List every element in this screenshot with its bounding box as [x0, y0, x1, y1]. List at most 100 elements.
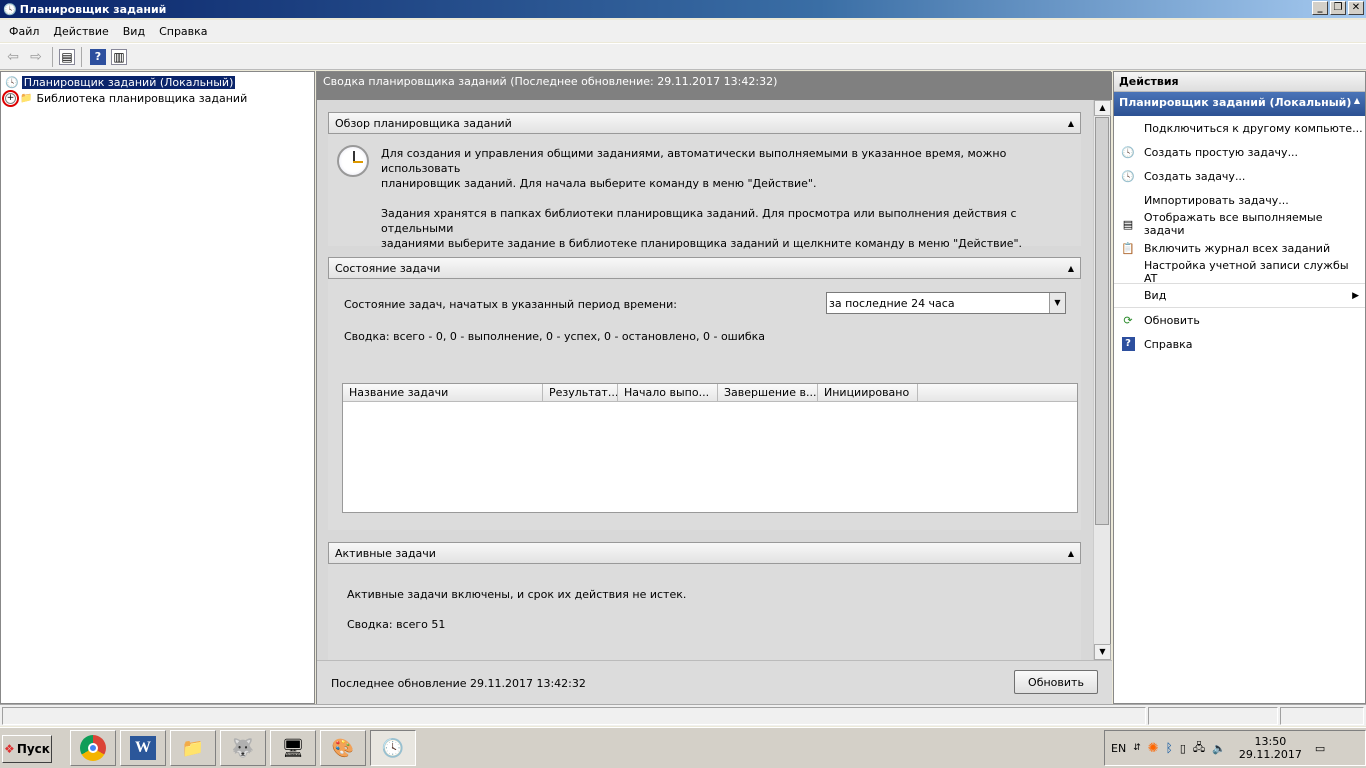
close-button[interactable]: ✕: [1348, 1, 1364, 15]
collapse-icon[interactable]: ▲: [1068, 264, 1074, 273]
control-panel-task[interactable]: 🖥: [270, 730, 316, 766]
blank-icon: [1120, 192, 1136, 208]
action-show-running[interactable]: ▤ Отображать все выполняемые задачи: [1114, 211, 1365, 237]
collapse-icon[interactable]: ▲: [1068, 549, 1074, 558]
action-view[interactable]: Вид ▶: [1114, 284, 1365, 308]
summary-footer: Последнее обновление 29.11.2017 13:42:32…: [317, 660, 1112, 704]
action-at-account[interactable]: Настройка учетной записи службы AT: [1114, 258, 1365, 285]
action-enable-history[interactable]: 📋 Включить журнал всех заданий: [1114, 236, 1365, 260]
column-result[interactable]: Результат...: [543, 384, 618, 401]
menu-bar: Файл Действие Вид Справка: [0, 20, 1366, 42]
clock[interactable]: 13:50 29.11.2017: [1239, 735, 1302, 761]
chrome-task[interactable]: [70, 730, 116, 766]
menu-file[interactable]: Файл: [2, 25, 46, 38]
bluetooth-icon[interactable]: ᛒ: [1166, 741, 1173, 755]
folder-icon: 📁: [181, 737, 205, 759]
menu-action[interactable]: Действие: [46, 25, 115, 38]
navigation-tree: 🕓 Планировщик заданий (Локальный) + 📁 Би…: [0, 71, 315, 704]
toolbar-separator: [81, 46, 82, 67]
tree-item-root[interactable]: 🕓 Планировщик заданий (Локальный): [1, 74, 314, 90]
show-hide-tree-icon[interactable]: ▤: [59, 48, 75, 65]
folder-clock-icon: 📁: [20, 92, 33, 104]
actions-group-header[interactable]: Планировщик заданий (Локальный) ▲: [1114, 92, 1365, 116]
usb-device-icon[interactable]: ▯: [1180, 742, 1186, 755]
start-button[interactable]: ❖ Пуск: [2, 735, 52, 763]
show-hide-action-pane-icon[interactable]: ▥: [111, 48, 127, 65]
gimp-task[interactable]: 🐺: [220, 730, 266, 766]
show-desktop-icon[interactable]: ▭: [1315, 742, 1325, 755]
help-icon: ?: [1120, 336, 1136, 352]
overview-paragraph-2a: Задания хранятся в папках библиотеки пла…: [381, 207, 1017, 235]
explorer-task[interactable]: 📁: [170, 730, 216, 766]
clock-icon: 🕓: [381, 737, 405, 759]
avast-icon[interactable]: ✺: [1148, 741, 1159, 756]
expand-icon[interactable]: +: [2, 89, 19, 107]
refresh-button[interactable]: Обновить: [1014, 670, 1098, 694]
overview-section: Обзор планировщика заданий ▲ Для создани…: [328, 112, 1081, 250]
column-task-name[interactable]: Название задачи: [343, 384, 543, 401]
period-select[interactable]: за последние 24 часа ▼: [826, 292, 1066, 314]
tree-item-library[interactable]: + 📁 Библиотека планировщика заданий: [1, 89, 314, 107]
column-start[interactable]: Начало выпо...: [618, 384, 718, 401]
actions-pane: Действия Планировщик заданий (Локальный)…: [1113, 71, 1366, 704]
column-end[interactable]: Завершение в...: [718, 384, 818, 401]
taskbar: ❖ Пуск W 📁 🐺 🖥 🎨 🕓 EN ⇵ ✺ ᛒ ▯ 🖧 🔈 13:50 …: [0, 727, 1366, 768]
blank-icon: [1120, 120, 1136, 136]
action-create-basic-task[interactable]: 🕓 Создать простую задачу...: [1114, 140, 1365, 164]
help-icon[interactable]: ?: [88, 47, 108, 67]
task-status-section-header[interactable]: Состояние задачи ▲: [328, 257, 1081, 279]
action-connect[interactable]: Подключиться к другому компьюте...: [1114, 116, 1365, 140]
summary-pane: Сводка планировщика заданий (Последнее о…: [316, 71, 1112, 704]
windows-logo-icon: ❖: [4, 742, 15, 756]
scroll-down-icon[interactable]: ▼: [1094, 644, 1111, 660]
menu-view[interactable]: Вид: [116, 25, 152, 38]
overview-section-header[interactable]: Обзор планировщика заданий ▲: [328, 112, 1081, 134]
minimize-button[interactable]: _: [1312, 1, 1328, 15]
chevron-down-icon[interactable]: ▼: [1049, 293, 1065, 313]
speaker-icon[interactable]: 🔈: [1212, 742, 1226, 755]
task-status-table: Название задачи Результат... Начало выпо…: [342, 383, 1078, 513]
menu-help[interactable]: Справка: [152, 25, 214, 38]
paint-task[interactable]: 🎨: [320, 730, 366, 766]
blank-icon: [1120, 264, 1136, 280]
overview-title: Обзор планировщика заданий: [335, 116, 512, 130]
action-create-task[interactable]: 🕓 Создать задачу...: [1114, 164, 1365, 188]
action-label: Настройка учетной записи службы AT: [1143, 258, 1349, 285]
action-help[interactable]: ? Справка: [1114, 332, 1365, 356]
collapse-icon[interactable]: ▲: [1068, 119, 1074, 128]
language-indicator[interactable]: EN: [1111, 742, 1126, 755]
scroll-up-icon[interactable]: ▲: [1094, 100, 1111, 116]
action-label: Включить журнал всех заданий: [1144, 241, 1331, 255]
status-summary: Сводка: всего - 0, 0 - выполнение, 0 - у…: [344, 330, 766, 343]
task-scheduler-task[interactable]: 🕓: [370, 730, 416, 766]
collapse-icon[interactable]: ▲: [1354, 96, 1360, 112]
action-label: Обновить: [1144, 313, 1200, 327]
scrollbar-thumb[interactable]: [1095, 117, 1109, 525]
active-tasks-section: Активные задачи ▲ Активные задачи включе…: [328, 542, 1081, 660]
forward-arrow-icon[interactable]: ⇨: [26, 47, 46, 67]
word-task[interactable]: W: [120, 730, 166, 766]
action-refresh[interactable]: ⟳ Обновить: [1114, 308, 1365, 332]
status-pane: [1280, 707, 1364, 725]
start-label: Пуск: [16, 742, 50, 756]
network-icon[interactable]: 🖧: [1193, 739, 1205, 758]
control-panel-icon: 🖥: [281, 737, 305, 759]
actions-group-label: Планировщик заданий (Локальный): [1119, 96, 1352, 109]
action-import-task[interactable]: Импортировать задачу...: [1114, 188, 1365, 212]
task-status-section: Состояние задачи ▲ Состояние задач, нача…: [328, 257, 1081, 530]
tree-item-root-label: Планировщик заданий (Локальный): [21, 75, 236, 89]
overview-text: Для создания и управления общими задания…: [381, 146, 1071, 251]
network-arrows-icon[interactable]: ⇵: [1133, 743, 1141, 753]
scheduler-icon: 🕓: [3, 2, 17, 16]
action-label: Создать простую задачу...: [1144, 145, 1299, 159]
overview-paragraph-1b: планировщик заданий. Для начала выберите…: [381, 177, 817, 190]
column-initiated[interactable]: Инициировано: [818, 384, 918, 401]
status-pane: [1148, 707, 1278, 725]
active-tasks-section-header[interactable]: Активные задачи ▲: [328, 542, 1081, 564]
period-select-value: за последние 24 часа: [829, 296, 955, 310]
back-arrow-icon[interactable]: ⇦: [3, 47, 23, 67]
blank-icon: [1120, 288, 1136, 304]
vertical-scrollbar[interactable]: ▲ ▼: [1093, 100, 1111, 660]
restore-button[interactable]: ❐: [1330, 1, 1346, 15]
gimp-icon: 🐺: [231, 737, 255, 759]
